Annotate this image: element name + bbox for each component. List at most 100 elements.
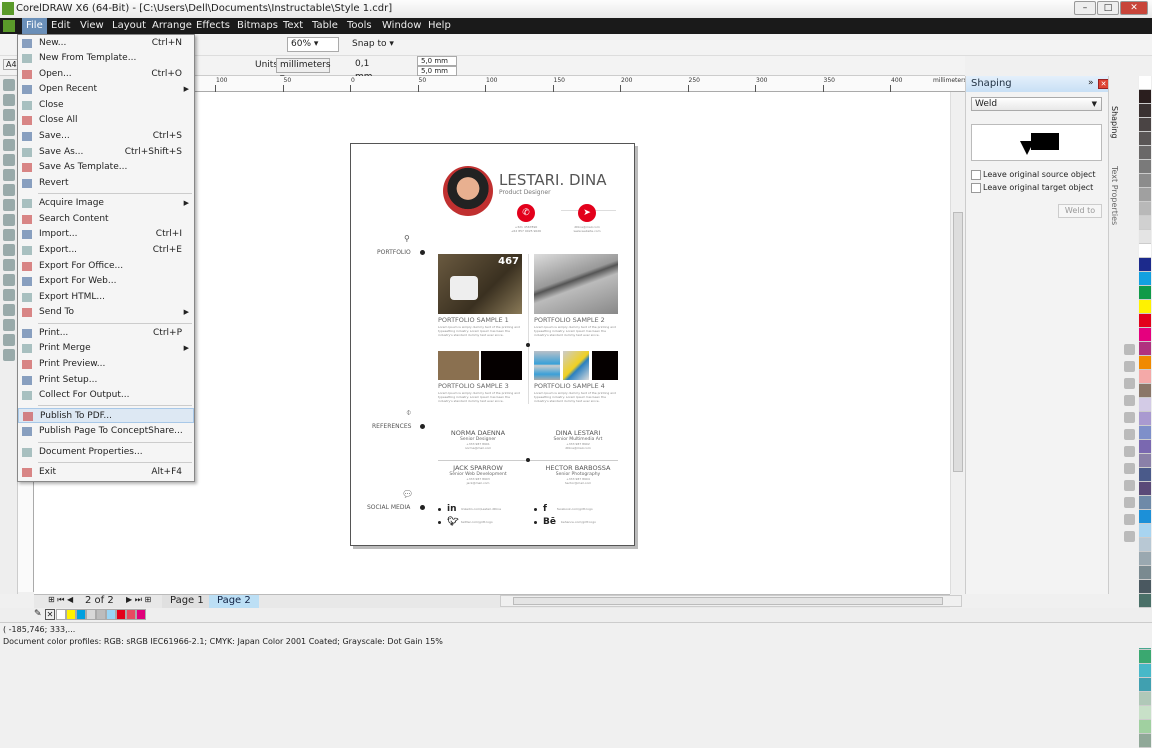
file-menu-item[interactable]: Revert	[18, 176, 194, 191]
text-format-icon[interactable]	[1124, 378, 1135, 389]
file-menu-item[interactable]: Open... Ctrl+O	[18, 67, 194, 82]
palette-swatch[interactable]	[1139, 678, 1151, 692]
palette-swatch[interactable]	[1139, 286, 1151, 300]
document-palette-swatch[interactable]	[66, 609, 76, 620]
leave-target-checkbox[interactable]	[971, 183, 981, 193]
file-menu-item[interactable]: Close All	[18, 113, 194, 128]
document-palette-swatch[interactable]	[86, 609, 96, 620]
file-menu-item[interactable]: Open Recent ▶	[18, 82, 194, 97]
file-menu-item[interactable]: Print... Ctrl+P	[18, 326, 194, 341]
palette-swatch[interactable]	[1139, 118, 1151, 132]
menu-arrange[interactable]: Arrange	[152, 18, 192, 34]
palette-swatch[interactable]	[1139, 566, 1151, 580]
tool-icon[interactable]	[3, 79, 15, 91]
palette-swatch[interactable]	[1139, 76, 1151, 90]
zoom-level-select[interactable]: 60% ▾	[287, 37, 339, 52]
palette-swatch[interactable]	[1139, 538, 1151, 552]
nudge-input[interactable]: 0,1 mm	[352, 58, 382, 82]
menu-view[interactable]: View	[80, 18, 104, 34]
palette-swatch[interactable]	[1139, 552, 1151, 566]
text-format-icon[interactable]	[1124, 531, 1135, 542]
palette-swatch[interactable]	[1139, 706, 1151, 720]
file-menu-item[interactable]: Export HTML...	[18, 290, 194, 305]
color-profiles[interactable]: Document color profiles: RGB: sRGB IEC61…	[3, 637, 443, 646]
palette-swatch[interactable]	[1139, 398, 1151, 412]
file-menu-item[interactable]: Publish To PDF...	[18, 408, 194, 423]
tool-icon[interactable]	[3, 259, 15, 271]
file-menu-item[interactable]: Print Merge ▶	[18, 341, 194, 356]
text-format-icon[interactable]	[1124, 446, 1135, 457]
tool-icon[interactable]	[3, 214, 15, 226]
palette-swatch[interactable]	[1139, 384, 1151, 398]
tool-icon[interactable]	[3, 244, 15, 256]
document-palette-swatch[interactable]	[116, 609, 126, 620]
document-palette-swatch[interactable]	[76, 609, 86, 620]
menu-file[interactable]: File	[22, 18, 47, 34]
menu-tools[interactable]: Tools	[347, 18, 372, 34]
file-menu-item[interactable]: Export For Web...	[18, 274, 194, 289]
palette-swatch[interactable]	[1139, 328, 1151, 342]
tool-icon[interactable]	[3, 349, 15, 361]
palette-swatch[interactable]	[1139, 720, 1151, 734]
palette-swatch[interactable]	[1139, 314, 1151, 328]
file-menu-item[interactable]: Export... Ctrl+E	[18, 243, 194, 258]
file-menu-item[interactable]: Exit Alt+F4	[18, 465, 194, 480]
tool-icon[interactable]	[3, 139, 15, 151]
palette-swatch[interactable]	[1139, 454, 1151, 468]
file-menu-item[interactable]: Export For Office...	[18, 259, 194, 274]
tool-icon[interactable]	[3, 229, 15, 241]
text-format-icon[interactable]	[1124, 412, 1135, 423]
file-menu-item[interactable]: Publish Page To ConceptShare...	[18, 424, 194, 439]
palette-swatch[interactable]	[1139, 650, 1151, 664]
file-menu-item[interactable]: Close	[18, 98, 194, 113]
tab-shaping[interactable]: Shaping	[1110, 106, 1119, 139]
tool-icon[interactable]	[3, 199, 15, 211]
file-menu-item[interactable]: Import... Ctrl+I	[18, 227, 194, 242]
tab-page-2[interactable]: Page 2	[209, 595, 259, 608]
tab-page-1[interactable]: Page 1	[162, 595, 212, 608]
horizontal-ruler[interactable]: millimeters 100 50 0 50 100 150 200 250 300 350 40…	[195, 76, 967, 92]
shaping-mode-select[interactable]: Weld ▼	[971, 97, 1102, 111]
palette-swatch[interactable]	[1139, 594, 1151, 608]
palette-swatch[interactable]	[1139, 188, 1151, 202]
file-menu-item[interactable]: Save As Template...	[18, 160, 194, 175]
palette-swatch[interactable]	[1139, 342, 1151, 356]
palette-swatch[interactable]	[1139, 426, 1151, 440]
palette-swatch[interactable]	[1139, 216, 1151, 230]
minimize-button[interactable]: –	[1074, 1, 1096, 15]
text-format-icon[interactable]	[1124, 429, 1135, 440]
tool-icon[interactable]	[3, 109, 15, 121]
file-menu-item[interactable]: New... Ctrl+N	[18, 36, 194, 51]
duplicate-x-input[interactable]: 5,0 mm	[417, 56, 457, 66]
page-nav-first-prev[interactable]: ⊞ ⏮ ◀	[48, 595, 73, 605]
maximize-button[interactable]: □	[1097, 1, 1119, 15]
page-nav-next-last[interactable]: ▶ ⏭ ⊞	[126, 595, 151, 605]
text-format-icon[interactable]	[1124, 463, 1135, 474]
text-format-icon[interactable]	[1124, 497, 1135, 508]
document-palette-swatch[interactable]	[126, 609, 136, 620]
palette-swatch[interactable]	[1139, 146, 1151, 160]
palette-swatch[interactable]	[1139, 104, 1151, 118]
palette-swatch[interactable]	[1139, 174, 1151, 188]
menu-table[interactable]: Table	[312, 18, 338, 34]
tool-icon[interactable]	[3, 169, 15, 181]
palette-swatch[interactable]	[1139, 370, 1151, 384]
menu-help[interactable]: Help	[428, 18, 451, 34]
palette-swatch[interactable]	[1139, 230, 1151, 244]
palette-swatch[interactable]	[1139, 160, 1151, 174]
weld-to-button[interactable]: Weld to	[1058, 204, 1102, 218]
palette-swatch[interactable]	[1139, 356, 1151, 370]
file-menu-item[interactable]: Document Properties...	[18, 445, 194, 460]
menu-effects[interactable]: Effects	[196, 18, 230, 34]
file-menu-item[interactable]: New From Template...	[18, 51, 194, 66]
file-menu-item[interactable]: Acquire Image ▶	[18, 196, 194, 211]
palette-swatch[interactable]	[1139, 524, 1151, 538]
close-button[interactable]: ✕	[1120, 1, 1148, 15]
palette-swatch[interactable]	[1139, 664, 1151, 678]
units-select[interactable]: millimeters ▾	[276, 58, 331, 83]
tool-icon[interactable]	[3, 289, 15, 301]
palette-swatch[interactable]	[1139, 496, 1151, 510]
leave-source-checkbox[interactable]	[971, 170, 981, 180]
file-menu-item[interactable]: Save As... Ctrl+Shift+S	[18, 145, 194, 160]
palette-swatch[interactable]	[1139, 440, 1151, 454]
